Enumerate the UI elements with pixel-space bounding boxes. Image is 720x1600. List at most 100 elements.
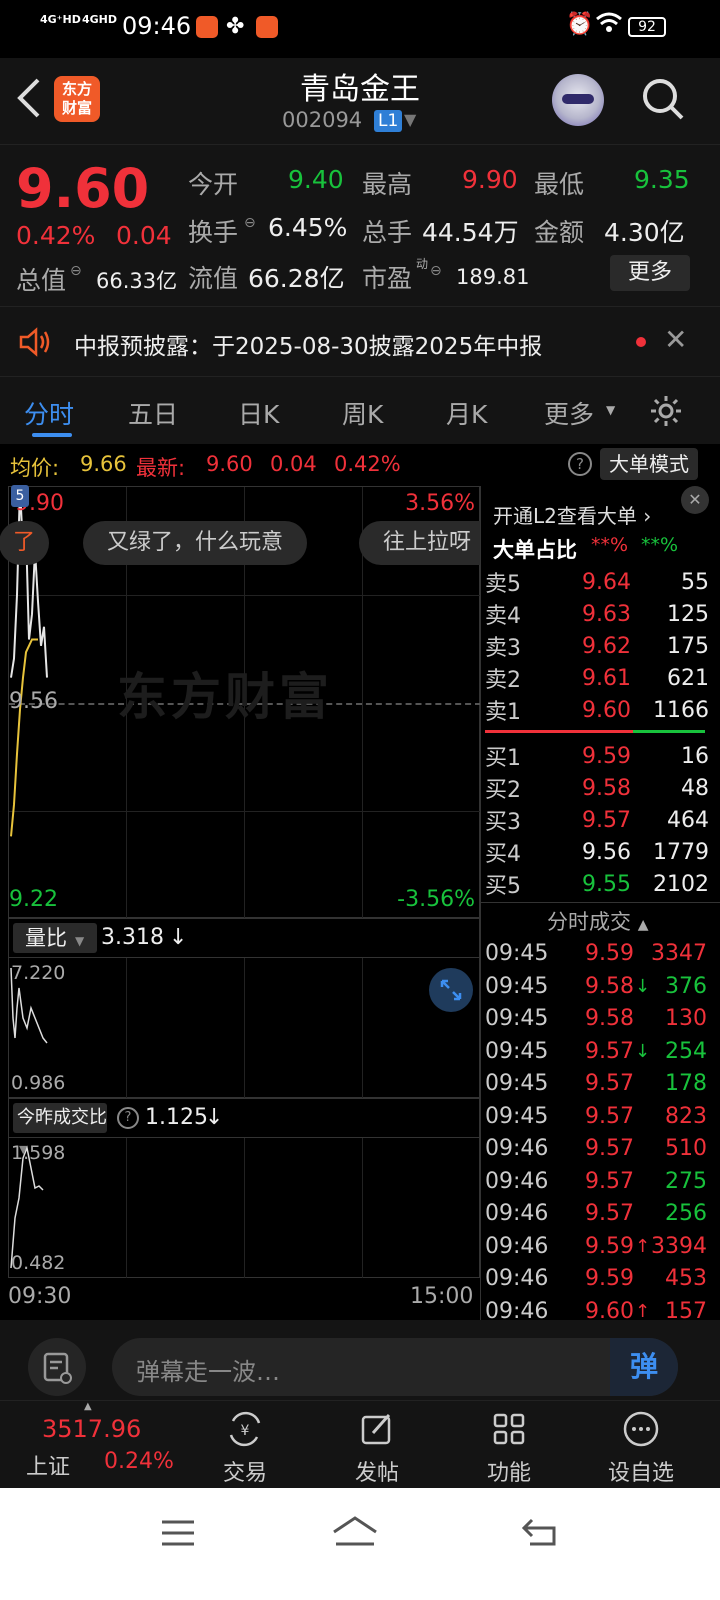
turnover-info-icon[interactable]: ⊖ bbox=[244, 215, 256, 231]
vr-top-label: 7.220 bbox=[11, 962, 66, 984]
ask-row[interactable]: 卖3 9.62 175 bbox=[485, 630, 709, 662]
ask-volume: 621 bbox=[667, 665, 709, 691]
active-tab-indicator bbox=[32, 433, 72, 437]
speaker-icon bbox=[18, 327, 54, 361]
trade-price: 9.57 bbox=[585, 1071, 634, 1096]
trade-price: 9.57 bbox=[585, 1103, 634, 1129]
trade-time: 09:45 bbox=[485, 941, 549, 966]
amount-value: 4.30亿 bbox=[604, 218, 685, 247]
danmu-bubble[interactable]: 往上拉呀 bbox=[359, 521, 481, 565]
today-vs-yday-selector[interactable]: 今昨成交比▼ bbox=[13, 1103, 107, 1156]
bid-row[interactable]: 买5 9.55 2102 bbox=[485, 868, 709, 900]
nav-watchlist[interactable]: 设自选 bbox=[596, 1409, 686, 1487]
bid-volume: 16 bbox=[681, 743, 709, 769]
order-book-panel: ✕ 开通L2查看大单 › 大单占比 **% **% 卖5 9.64 55 卖4 9.63… bbox=[480, 486, 720, 1324]
info-icon[interactable]: ⊖ bbox=[70, 263, 82, 279]
trade-row: 09:46 9.57 256 bbox=[485, 1198, 707, 1231]
chart-marker[interactable]: 5 bbox=[11, 485, 29, 507]
danmu-input[interactable]: 弹幕走一波… 弹 bbox=[112, 1338, 678, 1396]
trade-price: 9.57 bbox=[585, 1038, 634, 1064]
close-icon[interactable]: ✕ bbox=[681, 486, 709, 514]
tab-daily-k[interactable]: 日K bbox=[238, 395, 279, 431]
settings-gear-icon[interactable] bbox=[648, 393, 684, 433]
danmu-bubble[interactable]: 又绿了，什么玩意 bbox=[83, 521, 308, 565]
dropdown-icon[interactable]: ▼ bbox=[404, 110, 416, 129]
close-icon[interactable]: ✕ bbox=[664, 323, 687, 356]
tab-more[interactable]: 更多 bbox=[544, 395, 594, 431]
bid-row[interactable]: 买3 9.57 464 bbox=[485, 804, 709, 836]
tab-monthly-k[interactable]: 月K bbox=[446, 395, 487, 431]
open-label: 今开 bbox=[188, 170, 239, 199]
trades-title[interactable]: 分时成交 ▲ bbox=[547, 906, 648, 936]
trade-volume: 254 bbox=[665, 1038, 707, 1064]
search-icon[interactable] bbox=[640, 76, 686, 126]
robot-avatar-icon[interactable] bbox=[552, 74, 604, 126]
home-icon[interactable] bbox=[330, 1514, 380, 1554]
danmu-toggle-button[interactable]: 弹 bbox=[610, 1338, 678, 1396]
edit-icon bbox=[361, 1414, 391, 1445]
down-arrow-icon: ↓ bbox=[169, 925, 188, 950]
vr-bottom-label: 0.986 bbox=[11, 1072, 66, 1094]
help-icon[interactable]: ? bbox=[117, 1107, 139, 1129]
ask-price: 9.61 bbox=[582, 665, 631, 691]
danmu-bubble[interactable]: 了 bbox=[0, 521, 50, 565]
trade-volume: 178 bbox=[665, 1071, 707, 1096]
trade-row: 09:45 9.57 ↓ 254 bbox=[485, 1036, 707, 1069]
index-ticker[interactable]: ▲ 3517.96 上证 0.24% bbox=[0, 1401, 180, 1489]
comment-bar: 弹幕走一波… 弹 bbox=[0, 1320, 720, 1400]
level-badge[interactable]: L1 bbox=[374, 110, 403, 132]
notes-icon[interactable] bbox=[28, 1338, 86, 1396]
big-order-mode-button[interactable]: 大单模式 bbox=[600, 448, 698, 480]
nav-trade-label: 交易 bbox=[222, 1461, 267, 1486]
trade-row: 09:45 9.59 3347 bbox=[485, 938, 707, 971]
market-cap-value: 66.33亿 bbox=[96, 269, 178, 293]
chart-area: 均价: 9.66 最新: 9.60 0.04 0.42% ? 大单模式 东方财富… bbox=[0, 444, 720, 1324]
trade-price: 9.58 bbox=[585, 973, 634, 999]
help-icon[interactable]: ? bbox=[568, 452, 592, 476]
ask-volume: 175 bbox=[667, 633, 709, 659]
trade-time: 09:45 bbox=[485, 1071, 549, 1096]
tab-weekly-k[interactable]: 周K bbox=[342, 395, 383, 431]
change-percent: 0.42% bbox=[16, 221, 96, 250]
nav-functions[interactable]: 功能 bbox=[464, 1409, 554, 1487]
volume-ratio-selector[interactable]: 量比 ▼ bbox=[13, 923, 97, 953]
trade-price: 9.57 bbox=[585, 1201, 634, 1226]
nav-trade[interactable]: ¥ 交易 bbox=[200, 1409, 290, 1487]
ty-top-label: 1.598 bbox=[11, 1142, 66, 1164]
pct-max-label: 3.56% bbox=[405, 491, 475, 516]
nav-functions-label: 功能 bbox=[486, 1461, 531, 1486]
ask-row[interactable]: 卖4 9.63 125 bbox=[485, 598, 709, 630]
pe-info-icon[interactable]: ⊖ bbox=[430, 263, 442, 279]
nav-post[interactable]: 发帖 bbox=[332, 1409, 422, 1487]
bid-price: 9.58 bbox=[582, 775, 631, 801]
market-cap-label: 总值 bbox=[16, 266, 67, 295]
time-start-label: 09:30 bbox=[8, 1284, 72, 1309]
ask-row[interactable]: 卖2 9.61 621 bbox=[485, 662, 709, 694]
volume-ratio-label: 量比 bbox=[25, 926, 67, 950]
tab-five-day[interactable]: 五日 bbox=[128, 395, 178, 431]
trade-row: 09:46 9.57 275 bbox=[485, 1166, 707, 1199]
trade-time: 09:45 bbox=[485, 1103, 549, 1129]
trade-price: 9.59 bbox=[585, 941, 634, 966]
tab-intraday[interactable]: 分时 bbox=[24, 395, 74, 431]
announcement-bar[interactable]: 中报预披露：于2025-08-30披露2025年中报 ✕ bbox=[0, 306, 720, 376]
ask-volume: 55 bbox=[681, 569, 709, 595]
expand-icon[interactable] bbox=[429, 968, 473, 1012]
menu-icon[interactable] bbox=[160, 1518, 196, 1552]
bid-row[interactable]: 买1 9.59 16 bbox=[485, 740, 709, 772]
volume-ratio-chart: 7.220 0.986 bbox=[8, 958, 480, 1098]
index-name: 上证 bbox=[26, 1455, 71, 1480]
bid-row[interactable]: 买2 9.58 48 bbox=[485, 772, 709, 804]
network-indicator-2: 4GHD bbox=[82, 13, 118, 26]
float-value: 66.28亿 bbox=[248, 264, 345, 293]
more-button[interactable]: 更多 bbox=[610, 255, 690, 291]
today-vs-yday-chart: 1.598 0.482 bbox=[8, 1138, 480, 1278]
back-nav-icon[interactable] bbox=[520, 1516, 560, 1552]
l2-link[interactable]: 开通L2查看大单 › bbox=[493, 500, 651, 529]
ask-row[interactable]: 卖1 9.60 1166 bbox=[485, 694, 709, 726]
ask-row[interactable]: 卖5 9.64 55 bbox=[485, 566, 709, 598]
trade-volume: 376 bbox=[665, 973, 707, 999]
trade-volume: 823 bbox=[665, 1103, 707, 1129]
trade-volume: 256 bbox=[665, 1201, 707, 1226]
bid-row[interactable]: 买4 9.56 1779 bbox=[485, 836, 709, 868]
